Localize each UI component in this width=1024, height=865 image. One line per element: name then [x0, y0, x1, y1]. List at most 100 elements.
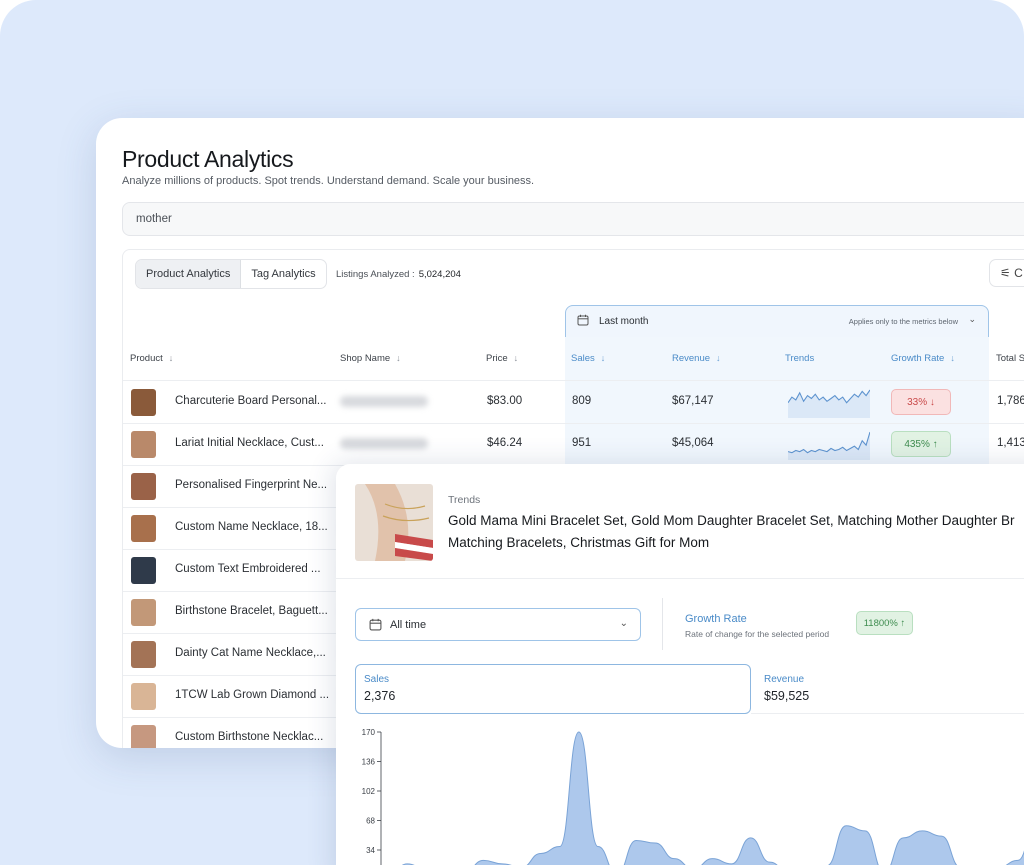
- date-range-label: Last month: [599, 316, 649, 327]
- sparkline-area: [788, 432, 870, 460]
- calendar-icon: [577, 314, 589, 326]
- sort-arrow-icon: ↓: [513, 353, 519, 363]
- time-range-dropdown[interactable]: All time ⌄: [355, 608, 641, 641]
- total-sales-cell: 1,786: [997, 395, 1024, 407]
- total-sales-cell: 1,413: [997, 437, 1024, 449]
- product-name[interactable]: Custom Birthstone Necklac...: [175, 731, 323, 743]
- table-row[interactable]: Charcuterie Board Personal... $83.00 809 $6…: [123, 381, 1024, 423]
- tab-tag-analytics[interactable]: Tag Analytics: [241, 260, 325, 288]
- y-tick-label: 170: [362, 728, 376, 737]
- col-trends: Trends: [785, 353, 814, 364]
- date-range-note: Applies only to the metrics below: [848, 317, 958, 326]
- page-subtitle: Analyze millions of products. Spot trend…: [122, 175, 535, 187]
- product-name[interactable]: Birthstone Bracelet, Baguett...: [175, 605, 328, 617]
- col-growth-label: Growth Rate: [891, 353, 945, 364]
- product-thumbnail: [131, 599, 156, 626]
- sales-metric-tab[interactable]: Sales 2,376: [355, 664, 751, 714]
- product-thumbnail: [131, 431, 156, 458]
- trend-panel-label: Trends: [448, 494, 481, 506]
- col-shop-name[interactable]: Shop Name ↓: [340, 353, 401, 364]
- col-shop-label: Shop Name: [340, 353, 391, 364]
- filter-button[interactable]: ⚟ C: [989, 259, 1024, 287]
- col-growth-rate[interactable]: Growth Rate ↓: [891, 353, 955, 364]
- product-name[interactable]: Lariat Initial Necklace, Cust...: [175, 437, 324, 449]
- product-name[interactable]: 1TCW Lab Grown Diamond ...: [175, 689, 329, 701]
- col-sales-label: Sales: [571, 353, 595, 364]
- listings-analyzed: Listings Analyzed :5,024,204: [336, 269, 461, 280]
- product-name[interactable]: Custom Text Embroidered ...: [175, 563, 321, 575]
- tab-product-analytics[interactable]: Product Analytics: [136, 260, 242, 288]
- y-tick-label: 68: [366, 817, 375, 826]
- col-revenue-label: Revenue: [672, 353, 711, 364]
- shop-name-blurred: [340, 396, 428, 407]
- page-title: Product Analytics: [122, 146, 294, 172]
- product-thumbnail: [131, 683, 156, 710]
- product-name[interactable]: Dainty Cat Name Necklace,...: [175, 647, 326, 659]
- sales-cell: 809: [572, 395, 592, 407]
- product-name[interactable]: Charcuterie Board Personal...: [175, 395, 327, 407]
- product-photo: [355, 484, 433, 561]
- listings-label: Listings Analyzed :: [336, 269, 415, 280]
- sort-arrow-icon: ↓: [168, 353, 174, 363]
- trend-sparkline: [788, 389, 870, 418]
- growth-rate-description: Rate of change for the selected period: [685, 629, 830, 639]
- listings-count: 5,024,204: [418, 269, 461, 280]
- growth-badge: 435% ↑: [891, 431, 951, 457]
- date-range-selector[interactable]: Last month Applies only to the metrics b…: [565, 305, 989, 337]
- sparkline-line: [788, 431, 870, 454]
- product-name[interactable]: Personalised Fingerprint Ne...: [175, 479, 327, 491]
- col-product-label: Product: [130, 353, 163, 364]
- vertical-divider: [662, 598, 663, 650]
- sort-arrow-icon: ↓: [396, 353, 401, 363]
- product-thumbnail: [131, 515, 156, 542]
- time-range-label: All time: [390, 619, 427, 631]
- col-price-label: Price: [486, 353, 508, 364]
- col-product[interactable]: Product ↓: [130, 353, 173, 364]
- col-total-sales[interactable]: Total S: [996, 353, 1024, 364]
- col-price[interactable]: Price ↓: [486, 353, 518, 364]
- table-row[interactable]: Lariat Initial Necklace, Cust... $46.24 95…: [123, 423, 1024, 465]
- calendar-icon: [369, 618, 382, 631]
- product-thumbnail: [131, 557, 156, 584]
- sales-metric-value: 2,376: [364, 689, 396, 703]
- y-tick-label: 34: [366, 846, 375, 855]
- trend-detail-panel: Trends Gold Mama Mini Bracelet Set, Gold…: [336, 464, 1024, 865]
- col-sales[interactable]: Sales ↓: [571, 353, 605, 364]
- sales-metric-label: Sales: [364, 674, 390, 685]
- product-image: [355, 484, 433, 561]
- price-cell: $83.00: [487, 395, 523, 407]
- sort-arrow-icon: ↓: [950, 353, 955, 363]
- sales-area: [403, 732, 1024, 865]
- growth-badge: 33% ↓: [891, 389, 951, 415]
- trend-product-title: Gold Mama Mini Bracelet Set, Gold Mom Da…: [448, 510, 1024, 554]
- trend-header-divider: [336, 578, 1024, 579]
- growth-rate-badge: 11800% ↑: [856, 611, 913, 635]
- sales-trend-chart: 170 136 102 68 34: [362, 728, 1024, 865]
- trend-sparkline: [788, 431, 870, 460]
- product-thumbnail: [131, 473, 156, 500]
- shop-name-blurred: [340, 438, 428, 449]
- sort-arrow-icon: ↓: [600, 353, 606, 363]
- chevron-down-icon: ⌄: [619, 618, 628, 629]
- sales-cell: 951: [572, 437, 592, 449]
- revenue-cell: $45,064: [672, 437, 714, 449]
- sliders-icon: ⚟: [1000, 266, 1011, 280]
- revenue-cell: $67,147: [672, 395, 714, 407]
- revenue-metric-label: Revenue: [764, 674, 805, 685]
- revenue-metric-tab[interactable]: Revenue $59,525: [751, 664, 1024, 714]
- product-thumbnail: [131, 641, 156, 668]
- search-input[interactable]: mother: [122, 202, 1024, 236]
- sort-arrow-icon: ↓: [716, 353, 721, 363]
- analytics-tabs: Product Analytics Tag Analytics: [135, 259, 327, 289]
- y-tick-label: 102: [362, 787, 376, 796]
- product-thumbnail: [131, 725, 156, 748]
- col-revenue[interactable]: Revenue ↓: [672, 353, 721, 364]
- y-tick-label: 136: [362, 758, 376, 767]
- chevron-down-icon: ⌄: [968, 314, 976, 324]
- filter-label: C: [1014, 266, 1023, 280]
- product-thumbnail: [131, 389, 156, 416]
- trend-title-line-1: Gold Mama Mini Bracelet Set, Gold Mom Da…: [448, 513, 1015, 528]
- trend-title-line-2: Matching Bracelets, Christmas Gift for M…: [448, 535, 710, 550]
- product-name[interactable]: Custom Name Necklace, 18...: [175, 521, 328, 533]
- revenue-metric-value: $59,525: [764, 689, 810, 703]
